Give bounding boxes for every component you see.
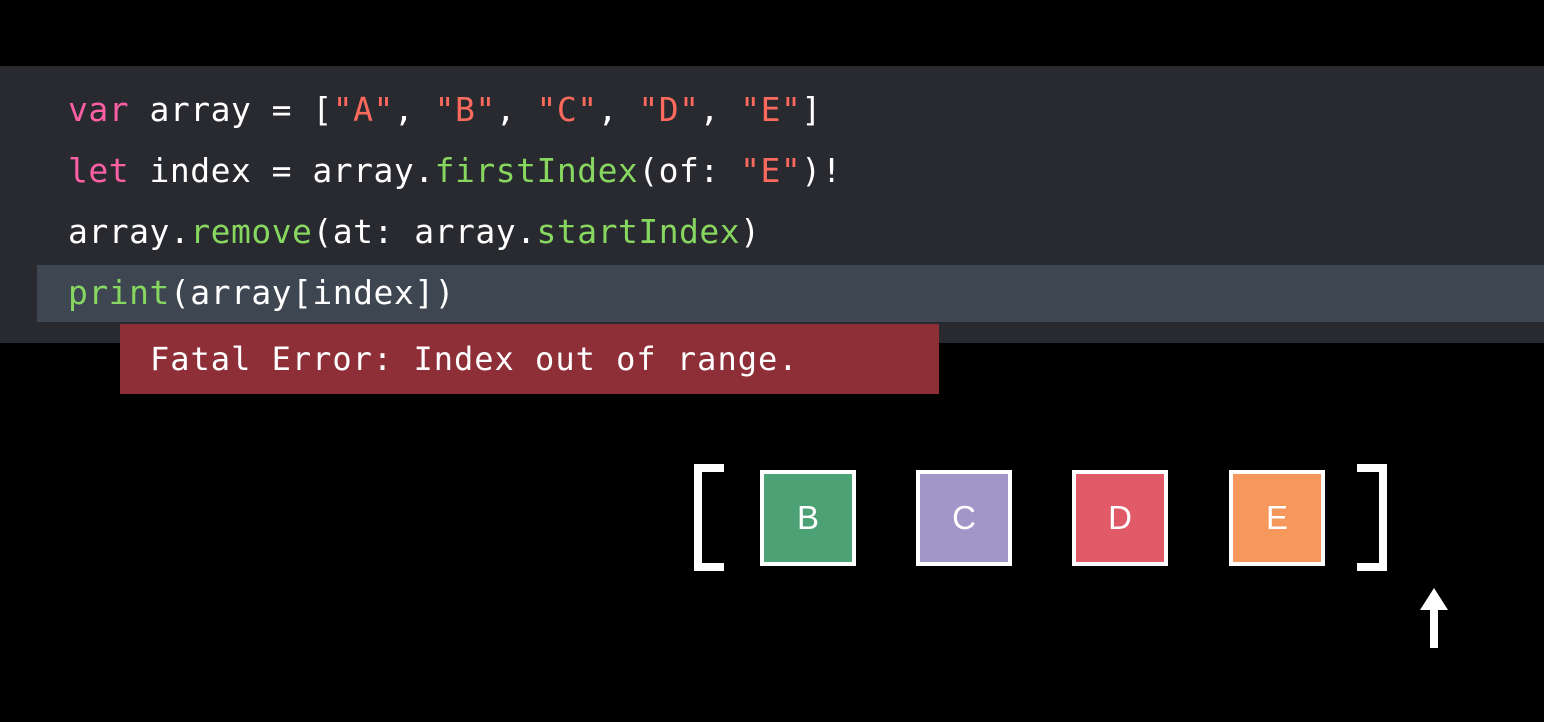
code-text: (of: [638, 151, 741, 190]
code-line-2: let index = array.firstIndex(of: "E")! [68, 141, 842, 201]
string-literal: "B" [434, 90, 496, 129]
fatal-error-banner: Fatal Error: Index out of range. [120, 324, 939, 394]
cell-label: E [1265, 499, 1288, 536]
error-message: Fatal Error: Index out of range. [150, 340, 799, 378]
keyword-let: let [68, 151, 130, 190]
code-text: , [393, 90, 435, 129]
cell-label: C [952, 499, 976, 536]
code-text: ] [801, 90, 822, 129]
right-bracket [1357, 464, 1387, 571]
code-text: , [699, 90, 741, 129]
code-line-4: print(array[index]) [68, 263, 455, 323]
string-literal: "E" [740, 90, 802, 129]
function-name: print [68, 273, 170, 312]
code-text: , [495, 90, 537, 129]
code-line-1: var array = ["A", "B", "C", "D", "E"] [68, 80, 822, 140]
array-cell-b: B [760, 470, 856, 566]
code-text: array. [68, 212, 191, 251]
property-name: startIndex [536, 212, 741, 251]
string-literal: "C" [536, 90, 598, 129]
code-editor: var array = ["A", "B", "C", "D", "E"] le… [0, 66, 1544, 343]
code-text: ) [740, 212, 761, 251]
method-name: remove [190, 212, 313, 251]
code-text: )! [801, 151, 843, 190]
string-literal: "E" [740, 151, 802, 190]
cell-label: B [796, 499, 819, 536]
string-literal: "A" [332, 90, 394, 129]
code-text: , [597, 90, 639, 129]
array-cell-d: D [1072, 470, 1168, 566]
code-text: (array[index]) [169, 273, 455, 312]
method-name: firstIndex [434, 151, 639, 190]
code-text: index = array. [129, 151, 435, 190]
string-literal: "D" [638, 90, 700, 129]
cell-label: D [1108, 499, 1132, 536]
keyword-var: var [68, 90, 130, 129]
array-cell-c: C [916, 470, 1012, 566]
left-bracket [694, 464, 724, 571]
code-line-3: array.remove(at: array.startIndex) [68, 202, 761, 262]
code-text: (at: array. [312, 212, 537, 251]
up-arrow-icon [1420, 588, 1448, 648]
array-cell-e: E [1229, 470, 1325, 566]
code-text: array = [ [129, 90, 333, 129]
